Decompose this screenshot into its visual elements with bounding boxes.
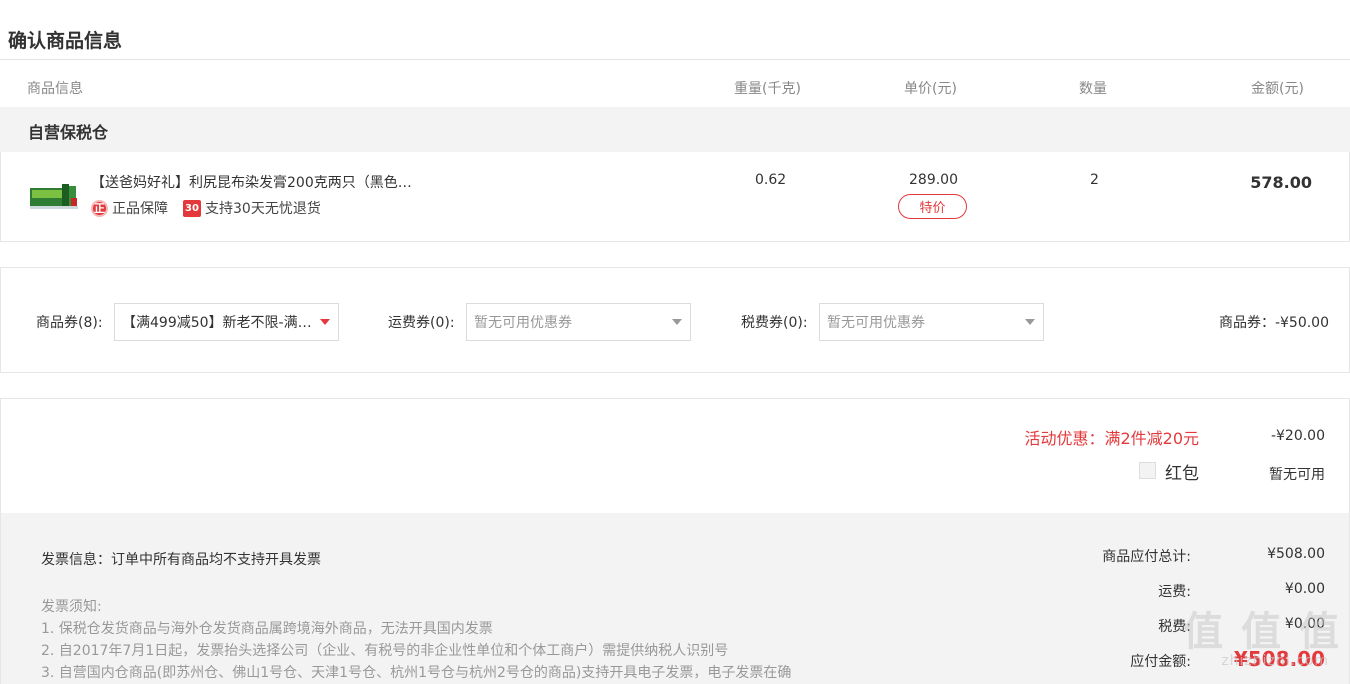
page-title: 确认商品信息 bbox=[8, 30, 123, 52]
invoice-notice-title: 发票须知: bbox=[41, 599, 102, 615]
invoice-notice-item: 3. 自营国内仓商品(即苏州仓、佛山1号仓、天津1号仓、杭州1号仓与杭州2号仓的… bbox=[41, 665, 792, 681]
genuine-icon: 正 bbox=[91, 199, 108, 217]
promotion-label: 活动优惠：满2件减20元 bbox=[1024, 429, 1199, 448]
chevron-down-icon bbox=[320, 319, 330, 325]
shipping-coupon-select[interactable]: 暂无可用优惠券 bbox=[466, 303, 691, 341]
promotion-section: 活动优惠：满2件减20元 -¥20.00 红包 暂无可用 bbox=[0, 398, 1350, 513]
col-header-weight: 重量(千克) bbox=[734, 81, 801, 97]
invoice-notice-item: 1. 保税仓发货商品与海外仓发货商品属跨境海外商品，无法开具国内发票 bbox=[41, 621, 493, 637]
genuine-label: 正品保障 bbox=[112, 201, 168, 217]
chevron-down-icon bbox=[1025, 319, 1035, 325]
product-weight: 0.62 bbox=[755, 172, 787, 188]
genuine-badge: 正 正品保障 bbox=[91, 198, 168, 218]
goods-coupon-value: 【满499减50】新老不限-满… bbox=[122, 315, 312, 331]
warehouse-name: 自营保税仓 bbox=[28, 123, 109, 142]
tax-coupon-value: 暂无可用优惠券 bbox=[827, 315, 925, 331]
warehouse-header: 自营保税仓 bbox=[0, 107, 1350, 152]
promotion-value: -¥20.00 bbox=[1270, 428, 1325, 444]
shipping-fee-value: ¥0.00 bbox=[1284, 581, 1325, 597]
product-thumbnail[interactable] bbox=[29, 180, 79, 212]
shipping-fee-label: 运费: bbox=[1158, 584, 1191, 600]
special-price-tag: 特价 bbox=[898, 194, 967, 219]
site-watermark-url: zhizhizhi.com bbox=[1221, 653, 1329, 669]
redpack-checkbox[interactable] bbox=[1139, 462, 1156, 479]
product-amount: 578.00 bbox=[1250, 173, 1312, 192]
goods-coupon-select[interactable]: 【满499减50】新老不限-满… bbox=[114, 303, 339, 341]
col-header-qty: 数量 bbox=[1079, 81, 1107, 97]
redpack-value: 暂无可用 bbox=[1269, 467, 1325, 483]
return-badge: 30 支持30天无忧退货 bbox=[183, 198, 321, 218]
product-price: 289.00 bbox=[909, 172, 958, 188]
title-divider bbox=[0, 59, 1350, 60]
col-header-price: 单价(元) bbox=[904, 81, 957, 97]
tax-coupon-label: 税费券(0): bbox=[741, 315, 808, 331]
shipping-coupon-value: 暂无可用优惠券 bbox=[474, 315, 572, 331]
return-label: 支持30天无忧退货 bbox=[205, 201, 321, 217]
invoice-notice-item: 2. 自2017年7月1日起，发票抬头选择公司（企业、有税号的非企业性单位和个体… bbox=[41, 643, 729, 659]
product-qty: 2 bbox=[1090, 172, 1099, 188]
product-row: 【送爸妈好礼】利尻昆布染发膏200克两只（黑色… 正 正品保障 30 支持30天… bbox=[0, 152, 1350, 242]
subtotal-value: ¥508.00 bbox=[1267, 546, 1325, 562]
site-watermark: 值 值 值 bbox=[1183, 609, 1341, 655]
subtotal-label: 商品应付总计: bbox=[1102, 549, 1191, 565]
col-header-amount: 金额(元) bbox=[1251, 81, 1304, 97]
redpack-label: 红包 bbox=[1165, 464, 1199, 484]
tax-coupon-select[interactable]: 暂无可用优惠券 bbox=[819, 303, 1044, 341]
invoice-info: 发票信息：订单中所有商品均不支持开具发票 bbox=[41, 552, 321, 568]
goods-coupon-label: 商品券(8): bbox=[36, 315, 103, 331]
col-header-info: 商品信息 bbox=[27, 81, 83, 97]
goods-coupon-discount: 商品券：-¥50.00 bbox=[1218, 315, 1329, 331]
product-title[interactable]: 【送爸妈好礼】利尻昆布染发膏200克两只（黑色… bbox=[91, 172, 412, 192]
shipping-coupon-label: 运费券(0): bbox=[388, 315, 455, 331]
total-label: 应付金额: bbox=[1130, 654, 1191, 670]
order-summary: 发票信息：订单中所有商品均不支持开具发票 发票须知: 1. 保税仓发货商品与海外… bbox=[0, 513, 1350, 684]
return-30-icon: 30 bbox=[183, 199, 201, 217]
chevron-down-icon bbox=[672, 319, 682, 325]
coupon-section: 商品券(8): 【满499减50】新老不限-满… 运费券(0): 暂无可用优惠券… bbox=[0, 267, 1350, 373]
